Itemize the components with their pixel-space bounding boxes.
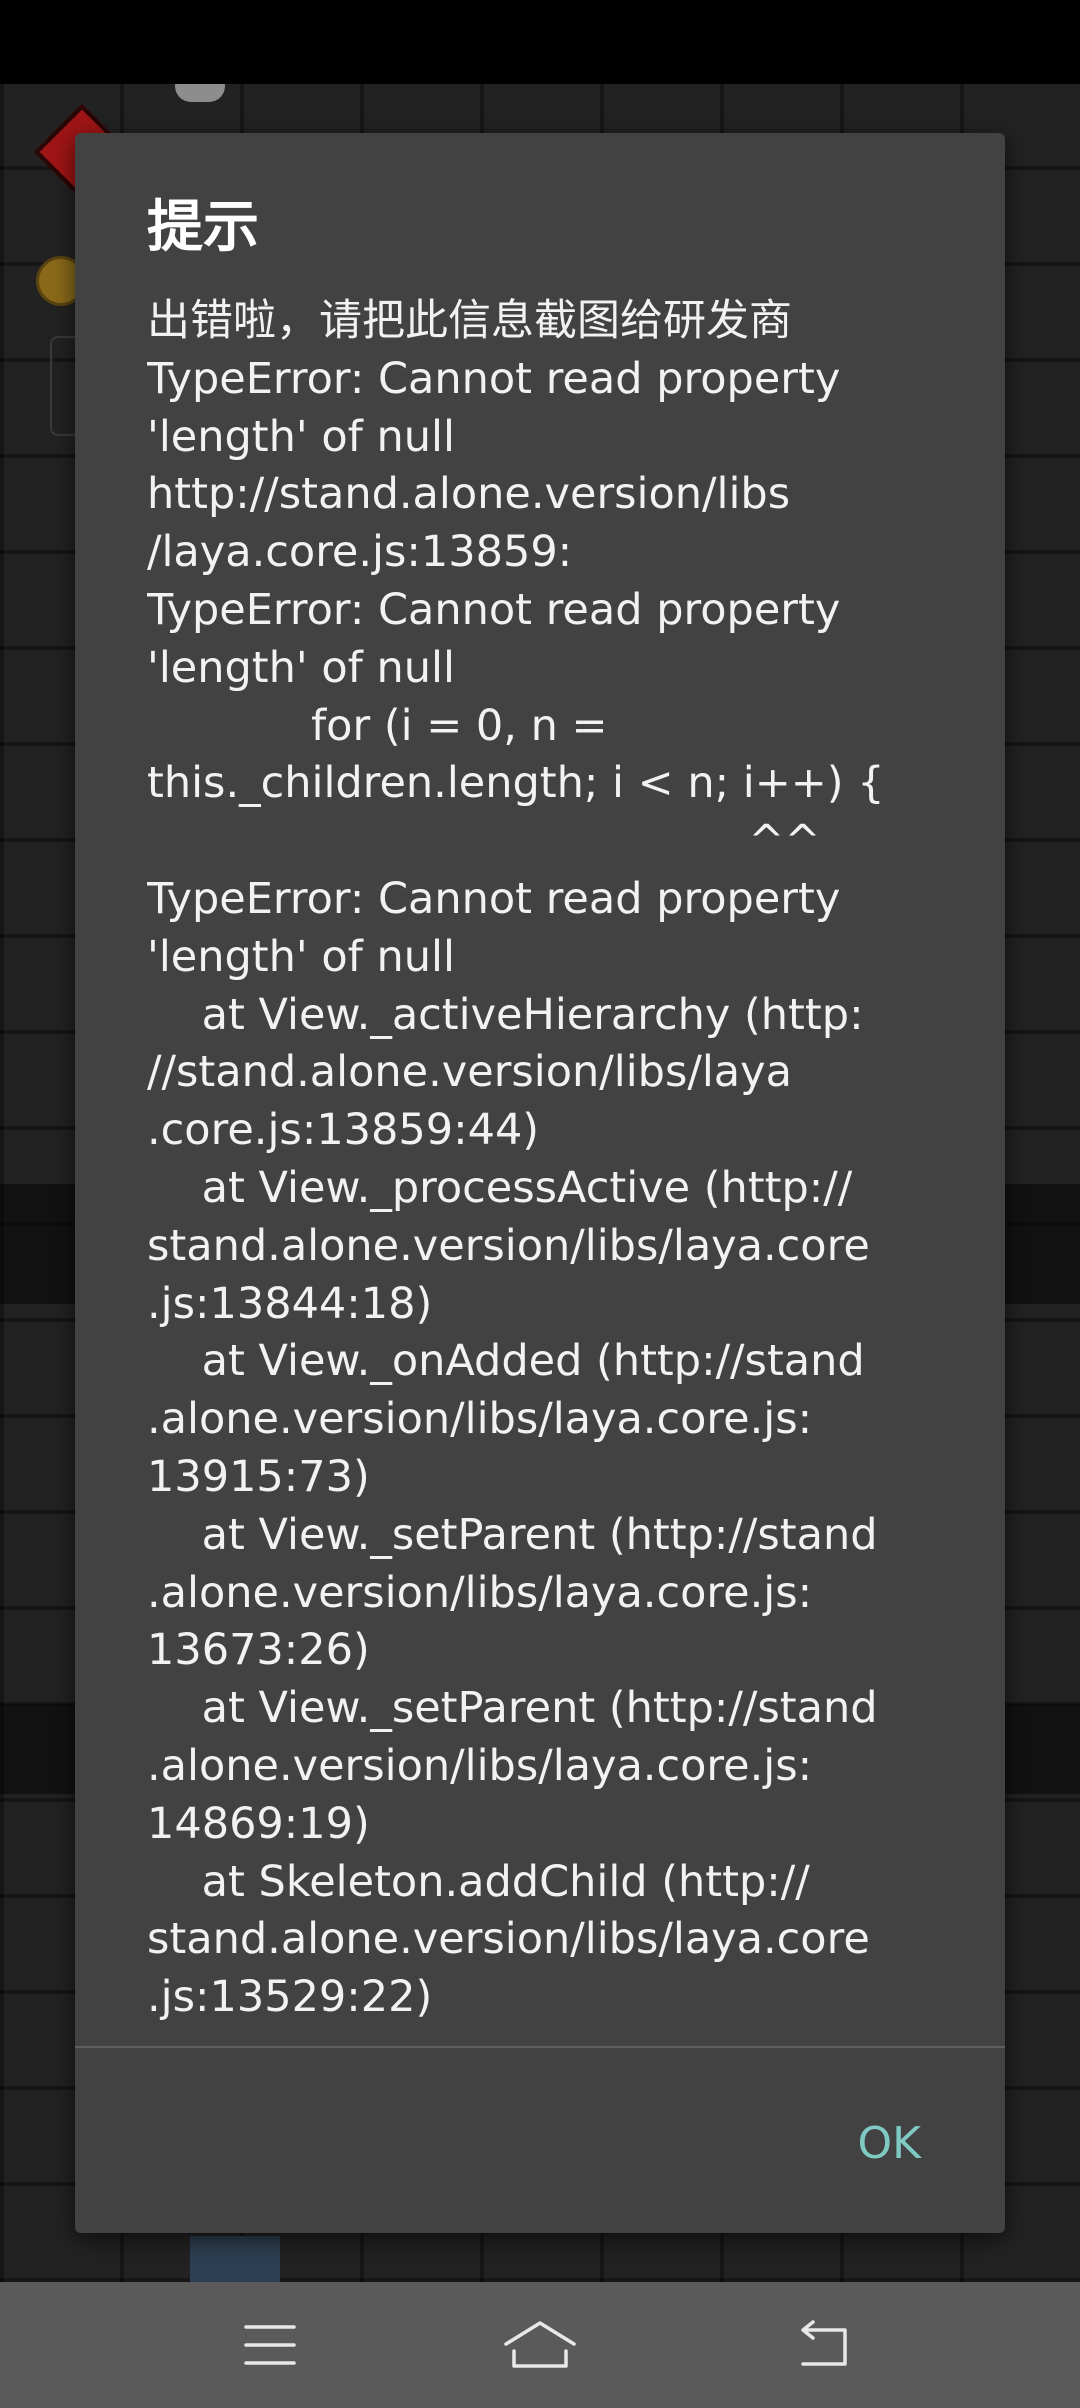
message-line: 13673:26) [147,1625,370,1676]
home-button[interactable] [490,2300,590,2390]
navigation-bar [0,2282,1080,2408]
message-line: at View._onAdded (http://stand [147,1336,865,1387]
message-line: at View._processActive (http:// [147,1162,853,1213]
menu-icon [244,2325,296,2365]
message-line: stand.alone.version/libs/laya.core [147,1220,870,1271]
message-line: .js:13844:18) [147,1278,433,1329]
message-line: .alone.version/libs/laya.core.js: [147,1567,813,1618]
message-line: at View._activeHierarchy (http: [147,989,864,1040]
message-line: .alone.version/libs/laya.core.js: [147,1394,813,1445]
message-line: 'length' of null [147,931,455,982]
message-line: 'length' of null [147,642,455,693]
error-message: 出错啦，请把此信息截图给研发商 TypeError: Cannot read pr… [147,293,1005,2173]
message-line: http://stand.alone.version/libs [147,469,791,520]
message-line: stand.alone.version/libs/laya.core [147,1914,870,1965]
back-button[interactable] [775,2300,875,2390]
message-line: .core.js:13859:44) [147,1105,540,1156]
game-character-sprite [175,84,225,102]
message-line: this._children.length; i < n; i++) { [147,758,885,809]
message-line: at Skeleton.addChild (http:// [147,1856,810,1907]
message-line: TypeError: Cannot read property [147,584,841,635]
home-icon [504,2321,576,2368]
message-line: at View._setParent (http://stand [147,1683,878,1734]
dialog-title: 提示 [147,195,259,260]
game-blue-block [190,2236,280,2282]
message-line: .alone.version/libs/laya.core.js: [147,1740,813,1791]
ok-button[interactable]: OK [841,2114,922,2174]
message-line: 'length' of null [147,411,455,462]
dialog-footer: OK [75,2048,1005,2233]
message-line: 13915:73) [147,1451,370,1502]
message-line: 出错啦，请把此信息截图给研发商 [147,296,792,346]
message-line: for (i = 0, n = [147,700,608,751]
message-line: //stand.alone.version/libs/laya [147,1047,792,1098]
message-line: at View._setParent (http://stand [147,1509,878,1560]
error-dialog: 提示 出错啦，请把此信息截图给研发商 TypeError: Cannot read… [75,133,1005,2233]
message-line: /laya.core.js:13859: [147,527,573,578]
message-line: TypeError: Cannot read property [147,873,841,924]
message-line: .js:13529:22) [147,1972,433,2023]
back-icon [801,2320,847,2366]
message-line: TypeError: Cannot read property [147,353,841,404]
screen: 提示 出错啦，请把此信息截图给研发商 TypeError: Cannot read… [0,0,1080,2408]
message-line: 14869:19) [147,1798,370,1849]
message-line: ^^ [147,816,821,867]
menu-button[interactable] [220,2300,320,2390]
